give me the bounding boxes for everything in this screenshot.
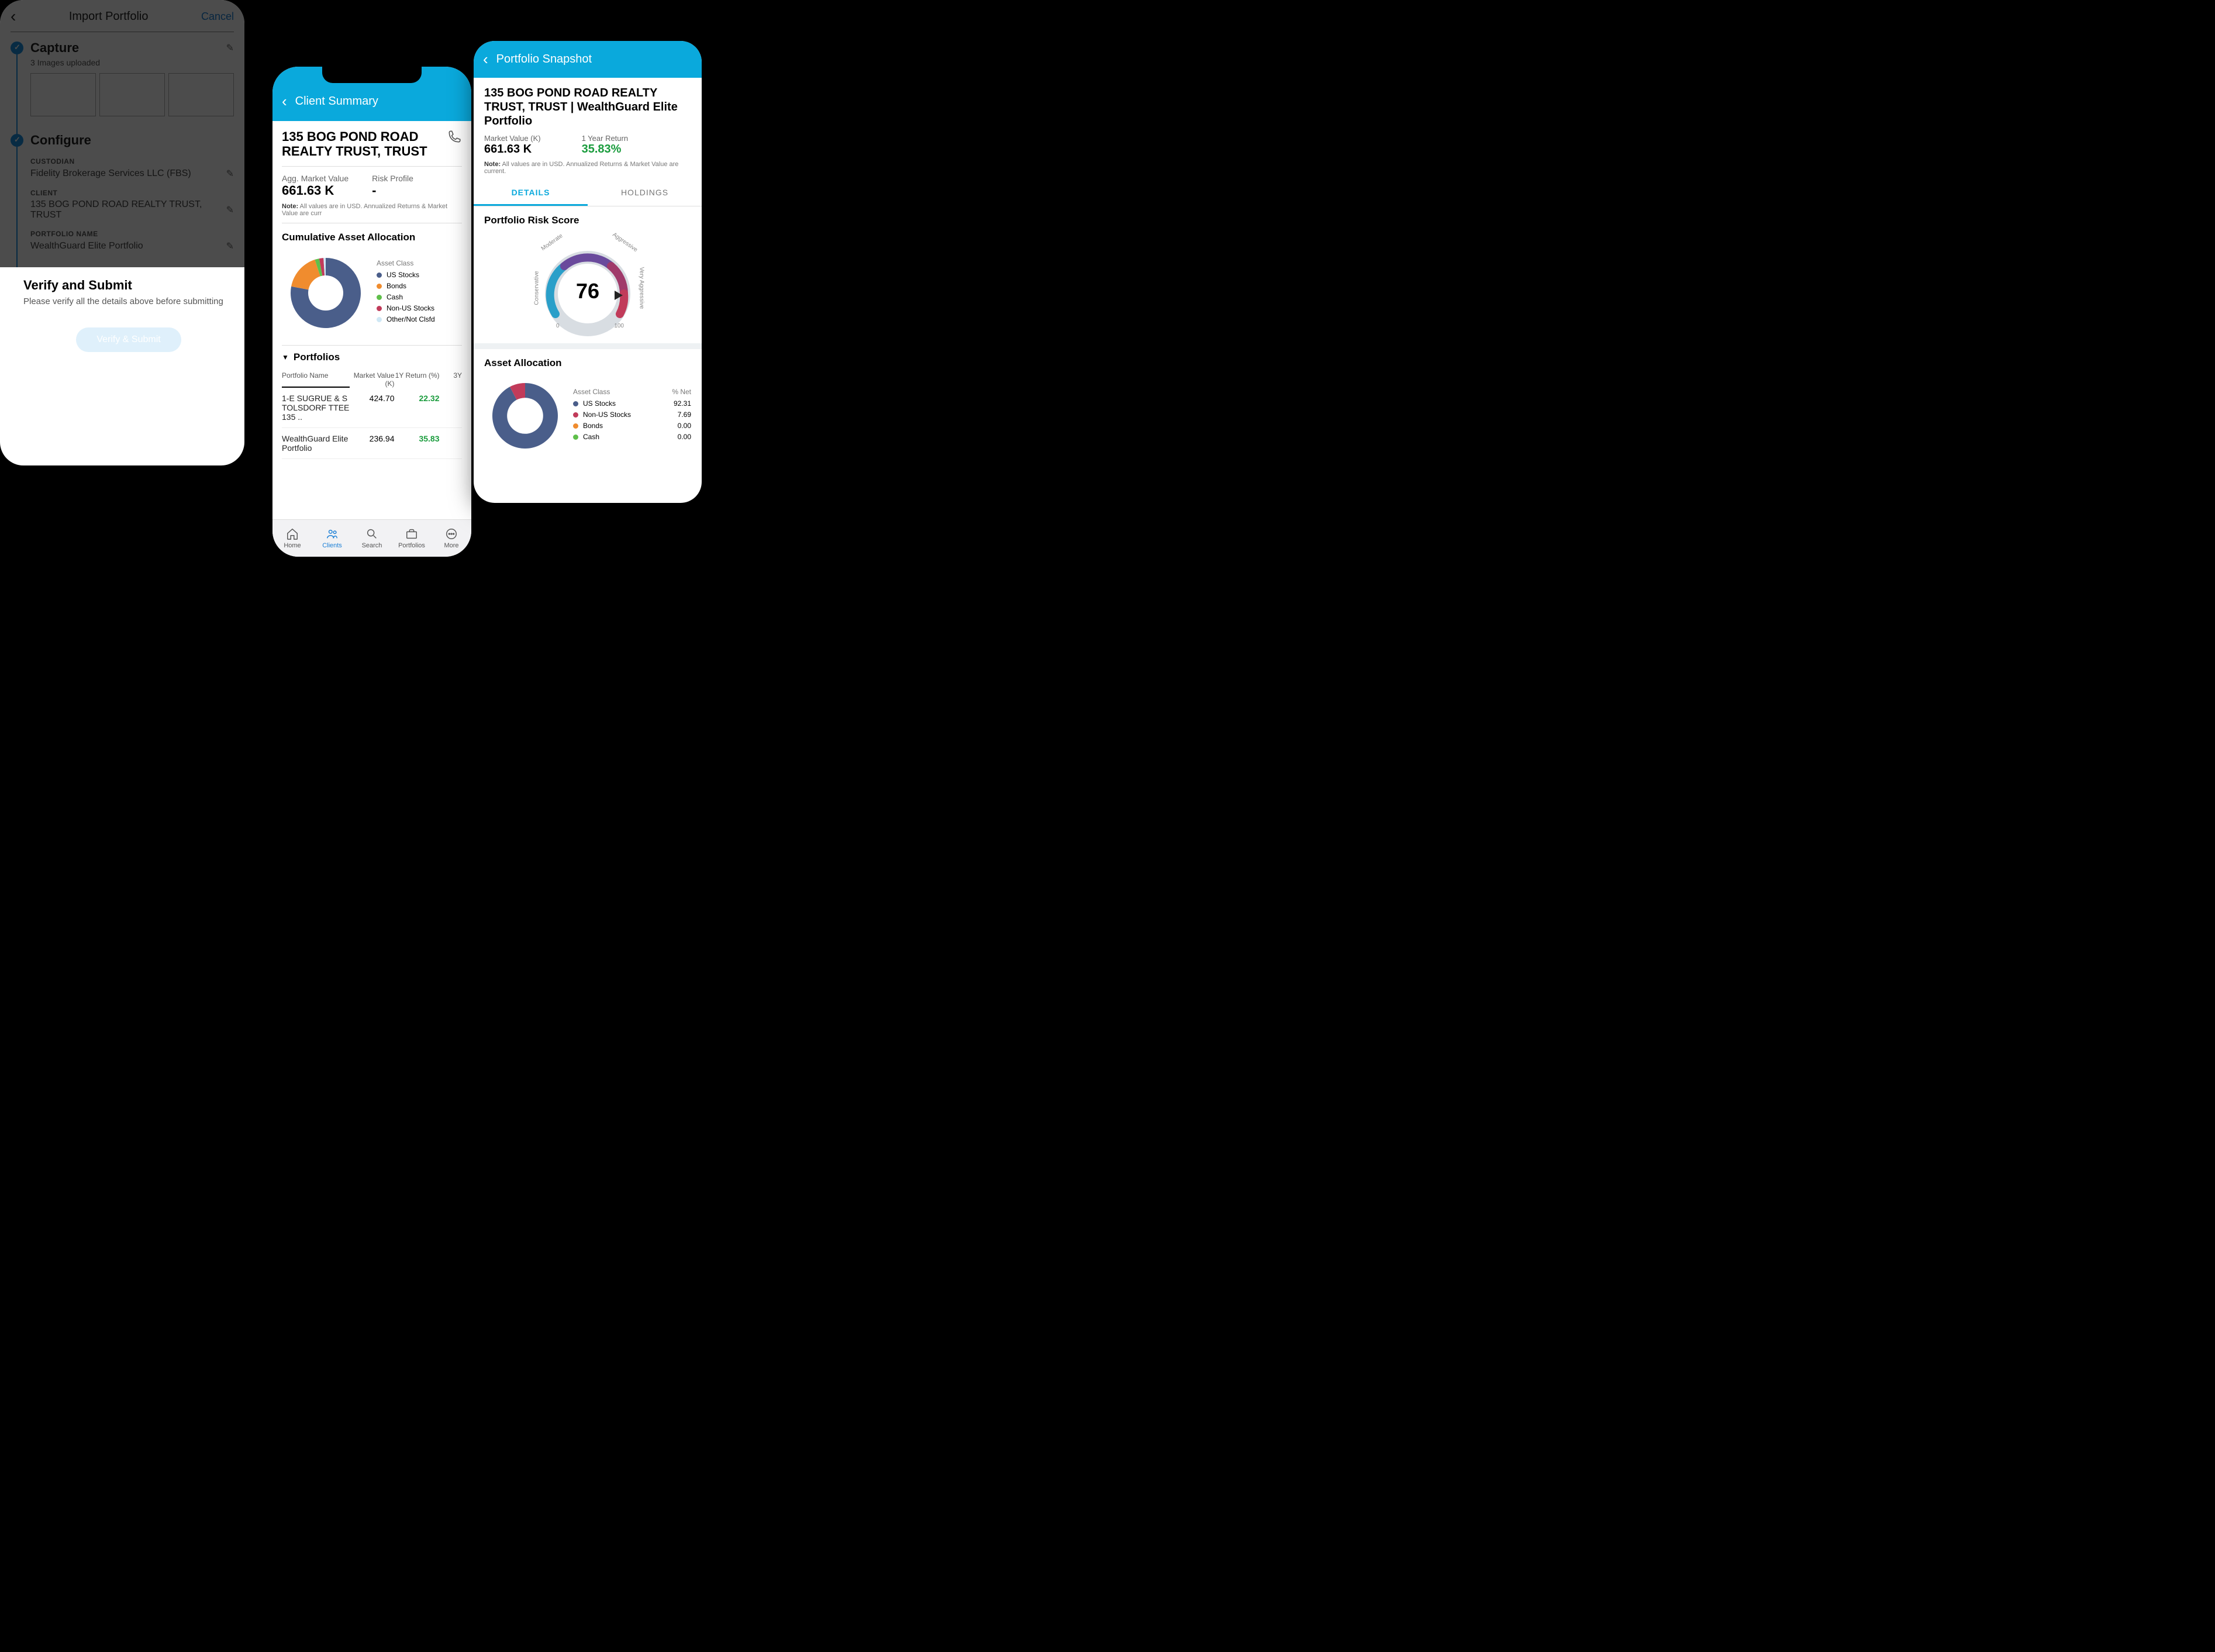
configure-title: Configure	[30, 133, 234, 148]
snap-ret-label: 1 Year Return	[582, 134, 629, 143]
more-icon	[445, 527, 458, 540]
snap-mv-value: 661.63 K	[484, 143, 541, 156]
risk-profile-value: -	[372, 183, 413, 198]
client-summary-screen: ‹ Client Summary 135 BOG POND ROAD REALT…	[272, 67, 471, 557]
step-configure: Configure CUSTODIAN Fidelity Brokerage S…	[11, 125, 234, 260]
edit-custodian-icon[interactable]: ✎	[226, 168, 234, 180]
snap-mv-label: Market Value (K)	[484, 134, 541, 143]
legend-item: Non-US Stocks	[377, 304, 435, 312]
import-header: ‹ Import Portfolio Cancel	[11, 7, 234, 32]
briefcase-icon	[405, 527, 418, 540]
legend-item: US Stocks92.31	[573, 399, 691, 408]
legend-item: Bonds0.00	[573, 422, 691, 430]
edit-capture-icon[interactable]: ✎	[226, 42, 234, 54]
legend-item: Bonds	[377, 282, 435, 290]
back-icon[interactable]: ‹	[282, 92, 287, 111]
verify-subtitle: Please verify all the details above befo…	[23, 296, 234, 306]
legend-item: US Stocks	[377, 271, 435, 279]
device-notch	[322, 67, 422, 83]
risk-profile-label: Risk Profile	[372, 174, 413, 183]
client-name: 135 BOG POND ROAD REALTY TRUST, TRUST	[282, 129, 428, 159]
asset-alloc-legend: Asset Class% Net US Stocks92.31Non-US St…	[573, 388, 691, 444]
capture-title: Capture	[30, 40, 79, 56]
nav-clients[interactable]: Clients	[312, 520, 352, 557]
portfolios-section-header[interactable]: ▼ Portfolios	[282, 351, 462, 363]
step-configure-bullet	[11, 134, 23, 147]
step-verify: Verify and Submit Please verify all the …	[0, 267, 244, 370]
legend-item: Cash	[377, 293, 435, 301]
thumbnail-2[interactable]	[99, 73, 165, 116]
portfolios-table-header: Portfolio Name Market Value (K) 1Y Retur…	[282, 371, 462, 388]
legend-item: Non-US Stocks7.69	[573, 411, 691, 419]
client-note: Note: All values are in USD. Annualized …	[282, 203, 462, 223]
thumbnail-1[interactable]	[30, 73, 96, 116]
nav-home[interactable]: Home	[272, 520, 312, 557]
step-capture: Capture ✎ 3 Images uploaded	[11, 32, 234, 125]
nav-search[interactable]: Search	[352, 520, 392, 557]
tab-holdings[interactable]: HOLDINGS	[588, 181, 702, 206]
custodian-label: CUSTODIAN	[30, 157, 234, 165]
snapshot-header-title: Portfolio Snapshot	[496, 53, 592, 66]
snapshot-header-bar: ‹ Portfolio Snapshot	[474, 41, 702, 78]
nav-more[interactable]: More	[432, 520, 471, 557]
snap-ret-value: 35.83%	[582, 143, 629, 156]
snapshot-note: Note: All values are in USD. Annualized …	[484, 161, 691, 181]
bottom-nav: Home Clients Search Portfolios More	[272, 519, 471, 557]
snapshot-tabs: DETAILS HOLDINGS	[474, 181, 702, 206]
clients-icon	[326, 527, 339, 540]
search-icon	[365, 527, 378, 540]
cumulative-alloc-donut	[282, 249, 370, 337]
agg-mv-label: Agg. Market Value	[282, 174, 349, 183]
nav-portfolios[interactable]: Portfolios	[392, 520, 432, 557]
asset-alloc-title: Asset Allocation	[484, 357, 691, 369]
step-capture-bullet	[11, 42, 23, 54]
cumulative-alloc-title: Cumulative Asset Allocation	[282, 232, 462, 243]
legend-item: Other/Not Clsfd	[377, 315, 435, 323]
capture-subtitle: 3 Images uploaded	[30, 58, 234, 67]
snapshot-title: 135 BOG POND ROAD REALTY TRUST, TRUST | …	[484, 86, 691, 128]
call-icon[interactable]	[447, 129, 462, 144]
edit-client-icon[interactable]: ✎	[226, 204, 234, 216]
thumbnail-3[interactable]	[168, 73, 234, 116]
risk-score-title: Portfolio Risk Score	[484, 215, 691, 226]
cancel-button[interactable]: Cancel	[201, 11, 234, 23]
edit-portfolio-name-icon[interactable]: ✎	[226, 240, 234, 252]
legend-item: Cash0.00	[573, 433, 691, 441]
verify-submit-button[interactable]: Verify & Submit	[76, 327, 181, 352]
client-header-title: Client Summary	[295, 95, 378, 108]
portfolio-row[interactable]: 1-E SUGRUE & S TOLSDORF TTEE 135 ..424.7…	[282, 388, 462, 428]
back-icon[interactable]: ‹	[11, 7, 16, 26]
portfolio-name-label: PORTFOLIO NAME	[30, 230, 234, 238]
import-title: Import Portfolio	[16, 10, 201, 23]
portfolio-row[interactable]: WealthGuard Elite Portfolio236.9435.83	[282, 428, 462, 459]
portfolio-snapshot-screen: ‹ Portfolio Snapshot 135 BOG POND ROAD R…	[474, 41, 702, 503]
tab-details[interactable]: DETAILS	[474, 181, 588, 206]
cumulative-alloc-legend: Asset Class US StocksBondsCashNon-US Sto…	[377, 259, 435, 326]
verify-title: Verify and Submit	[23, 278, 234, 293]
agg-mv-value: 661.63 K	[282, 183, 349, 198]
collapse-icon: ▼	[282, 353, 289, 361]
client-value: 135 BOG POND ROAD REALTY TRUST, TRUST	[30, 199, 226, 220]
asset-alloc-donut	[484, 375, 566, 457]
import-portfolio-screen: ‹ Import Portfolio Cancel Capture ✎ 3 Im…	[0, 0, 244, 465]
back-icon[interactable]: ‹	[483, 50, 488, 68]
home-icon	[286, 527, 299, 540]
risk-score-value: 76	[576, 279, 599, 304]
portfolio-name-value: WealthGuard Elite Portfolio	[30, 241, 143, 251]
risk-gauge: 76 Conservative Moderate Aggressive Very…	[523, 232, 652, 337]
uploaded-thumbnails	[30, 73, 234, 116]
custodian-value: Fidelity Brokerage Services LLC (FBS)	[30, 168, 191, 179]
client-label: CLIENT	[30, 189, 234, 197]
